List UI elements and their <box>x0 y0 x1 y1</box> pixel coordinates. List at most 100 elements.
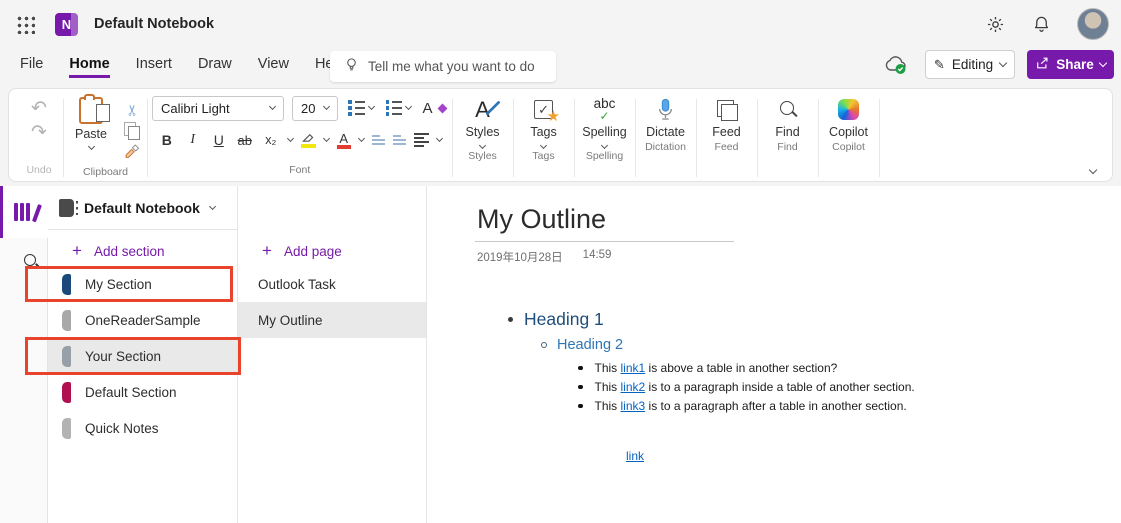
highlight-options-chevron[interactable] <box>323 135 330 142</box>
app-launcher-waffle-icon[interactable] <box>16 15 35 34</box>
editing-mode-button[interactable]: ✎ Editing <box>925 50 1015 79</box>
copy-icon[interactable] <box>124 122 139 138</box>
section-item-3[interactable]: Default Section <box>48 374 237 410</box>
font-color-chevron[interactable] <box>358 135 365 142</box>
numbered-list-button[interactable] <box>384 98 413 118</box>
alignment-chevron[interactable] <box>436 135 443 142</box>
bold-button[interactable]: B <box>158 132 176 148</box>
sections-panel: Default Notebook + Add section My Sectio… <box>48 186 238 523</box>
section-item-4[interactable]: Quick Notes <box>48 410 237 446</box>
strikethrough-button[interactable]: ab <box>236 133 254 148</box>
ribbon: ↶ ↷ Undo Paste ✂ <box>0 86 1121 186</box>
underline-button[interactable]: U <box>210 132 228 148</box>
menu-insert[interactable]: Insert <box>136 56 172 78</box>
notebook-icon <box>59 199 74 217</box>
notebook-switcher[interactable]: Default Notebook <box>48 186 237 230</box>
user-avatar[interactable] <box>1077 8 1109 40</box>
bullet-marker <box>508 317 513 322</box>
share-icon <box>1035 56 1050 73</box>
settings-gear-icon[interactable] <box>985 14 1005 34</box>
page-title[interactable]: My Outline <box>475 204 734 242</box>
redo-icon[interactable]: ↷ <box>31 123 47 143</box>
bullet-list-button[interactable] <box>346 98 376 118</box>
link1-hyperlink[interactable]: link1 <box>621 361 646 375</box>
link3-hyperlink[interactable]: link3 <box>621 399 646 413</box>
chevron-down-icon <box>999 59 1007 67</box>
tag-icon: ✓ ★ <box>534 96 553 123</box>
date-text: 2019年10月28日 <box>477 249 563 265</box>
italic-button[interactable]: I <box>184 132 202 148</box>
section-item-2[interactable]: Your Section <box>48 338 237 374</box>
heading2-text[interactable]: Heading 2 <box>557 337 623 353</box>
library-books-icon <box>14 203 36 221</box>
pencil-icon: ✎ <box>934 57 945 73</box>
section-icon-0 <box>62 274 71 295</box>
styles-icon: A <box>475 96 490 123</box>
font-size-select[interactable]: 20 <box>292 96 338 121</box>
subscript-button[interactable]: x₂ <box>262 133 280 147</box>
script-options-chevron[interactable] <box>287 135 294 142</box>
menu-bar: File Home Insert Draw View Help Tell me … <box>0 48 1121 86</box>
topbar: N Default Notebook <box>0 0 1121 48</box>
bullet-marker <box>578 404 583 409</box>
chevron-down-icon <box>209 202 216 209</box>
menu-view[interactable]: View <box>258 56 289 78</box>
menu-draw[interactable]: Draw <box>198 56 232 78</box>
dictate-button[interactable]: Dictate <box>640 95 692 139</box>
decrease-indent-button[interactable] <box>372 135 385 145</box>
section-item-1[interactable]: OneReaderSample <box>48 302 237 338</box>
notebook-title: Default Notebook <box>94 16 214 32</box>
page-item-0[interactable]: Outlook Task <box>238 266 426 302</box>
cut-icon[interactable]: ✂ <box>124 100 142 117</box>
onenote-app-window: N Default Notebook File Home Insert Draw… <box>0 0 1121 523</box>
tell-me-placeholder: Tell me what you want to do <box>368 59 535 74</box>
bullet-marker <box>578 385 583 390</box>
onenote-logo-icon[interactable]: N <box>55 13 78 36</box>
feed-group: Feed Feed <box>697 95 757 181</box>
footer-hyperlink[interactable]: link <box>626 449 644 463</box>
font-color-button[interactable]: A <box>337 132 351 149</box>
format-painter-icon[interactable] <box>124 143 141 164</box>
tags-group: ✓ ★ Tags Tags <box>514 95 574 181</box>
page-canvas[interactable]: My Outline 2019年10月28日 14:59 Heading 1 H… <box>427 186 1121 523</box>
alignment-button[interactable] <box>414 133 429 147</box>
highlight-color-button[interactable] <box>301 132 316 148</box>
circle-bullet-marker <box>541 342 547 348</box>
notebooks-rail-button[interactable] <box>0 186 48 238</box>
increase-indent-button[interactable] <box>393 135 406 145</box>
page-date: 2019年10月28日 14:59 <box>475 249 1121 265</box>
find-button[interactable]: Find <box>762 95 814 139</box>
plus-icon: + <box>262 243 272 259</box>
link2-hyperlink[interactable]: link2 <box>621 380 646 394</box>
menu-file[interactable]: File <box>20 56 43 78</box>
copilot-button[interactable]: Copilot <box>823 95 875 139</box>
section-icon-1 <box>62 310 71 331</box>
feed-icon <box>717 100 737 120</box>
microphone-icon <box>657 96 674 123</box>
tell-me-search[interactable]: Tell me what you want to do <box>330 51 556 82</box>
tags-button[interactable]: ✓ ★ Tags <box>518 95 570 148</box>
menu-home[interactable]: Home <box>69 56 109 78</box>
find-magnifier-icon <box>778 100 798 120</box>
copilot-icon <box>838 99 859 120</box>
clear-formatting-button[interactable]: A <box>421 98 448 119</box>
spelling-group: abc ✓ Spelling Spelling <box>575 95 635 181</box>
paste-button[interactable]: Paste <box>68 95 114 149</box>
heading1-text[interactable]: Heading 1 <box>524 309 604 330</box>
bullet-item-1: This link1 is above a table in another s… <box>578 361 1121 375</box>
bullet-item-3: This link3 is to a paragraph after a tab… <box>578 399 1121 413</box>
undo-icon[interactable]: ↶ <box>31 99 47 119</box>
saved-cloud-icon[interactable] <box>883 54 909 76</box>
add-page-button[interactable]: + Add page <box>238 236 426 266</box>
feed-button[interactable]: Feed <box>701 95 753 139</box>
styles-button[interactable]: A Styles <box>457 95 509 148</box>
page-item-1[interactable]: My Outline <box>238 302 426 338</box>
section-item-0[interactable]: My Section <box>48 266 237 302</box>
notifications-bell-icon[interactable] <box>1031 14 1051 34</box>
ribbon-collapse-chevron[interactable] <box>1089 166 1097 174</box>
font-name-select[interactable]: Calibri Light <box>152 96 284 121</box>
add-section-button[interactable]: + Add section <box>48 236 237 266</box>
spelling-button[interactable]: abc ✓ Spelling <box>579 95 631 148</box>
clipboard-group: Paste ✂ Clipboard <box>64 95 147 181</box>
share-button[interactable]: Share <box>1027 50 1114 79</box>
